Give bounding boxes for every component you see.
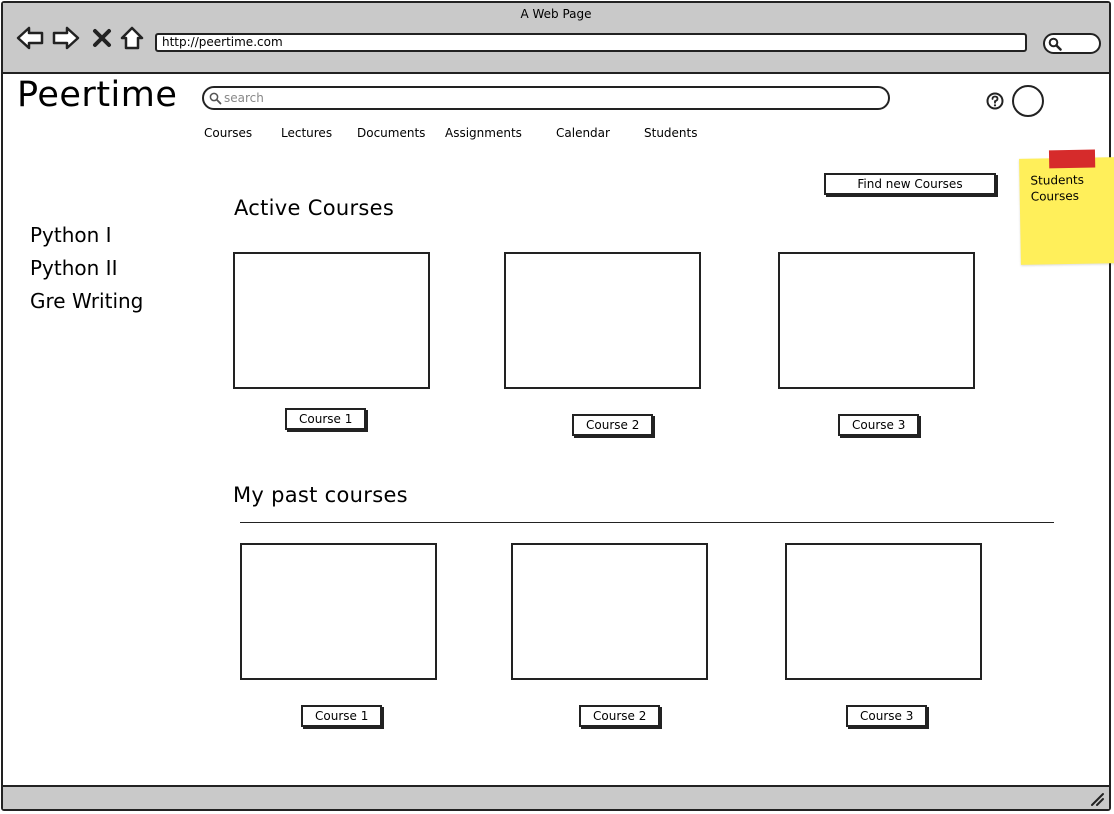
- browser-window: A Web Page http://peertime.com Peertime …: [1, 1, 1114, 811]
- sticky-note-text: Students Courses: [1030, 172, 1084, 205]
- browser-chrome: A Web Page http://peertime.com: [3, 3, 1109, 74]
- sticky-note: Students Courses: [1019, 149, 1114, 265]
- status-bar: [3, 785, 1109, 809]
- sticky-tape: [1048, 149, 1096, 169]
- sidebar-item-gre-writing[interactable]: Gre Writing: [30, 289, 143, 313]
- active-course-1-button[interactable]: Course 1: [285, 408, 367, 430]
- active-course-3-button[interactable]: Course 3: [838, 414, 920, 436]
- resize-grip-icon[interactable]: [1089, 791, 1105, 807]
- site-logo[interactable]: Peertime: [17, 75, 177, 115]
- active-course-2-thumbnail[interactable]: [504, 252, 701, 389]
- active-course-1-thumbnail[interactable]: [233, 252, 430, 389]
- window-title: A Web Page: [520, 7, 592, 21]
- sidebar-item-python-1[interactable]: Python I: [30, 223, 112, 247]
- nav-students[interactable]: Students: [644, 126, 698, 140]
- nav-calendar[interactable]: Calendar: [556, 126, 610, 140]
- stop-button[interactable]: [87, 23, 117, 53]
- sidebar-item-python-2[interactable]: Python II: [30, 256, 117, 280]
- past-course-3-button[interactable]: Course 3: [846, 705, 928, 727]
- sticky-line-students: Students: [1030, 172, 1085, 188]
- sticky-line-courses: Courses: [1030, 188, 1080, 204]
- help-icon[interactable]: [986, 92, 1004, 110]
- past-course-2-thumbnail[interactable]: [511, 543, 708, 680]
- user-avatar[interactable]: [1012, 85, 1044, 117]
- search-icon: [1048, 37, 1062, 51]
- back-button[interactable]: [15, 23, 45, 53]
- active-courses-heading: Active Courses: [234, 196, 395, 220]
- find-new-courses-button[interactable]: Find new Courses: [824, 173, 996, 195]
- past-courses-heading: My past courses: [233, 483, 408, 507]
- nav-documents[interactable]: Documents: [357, 126, 425, 140]
- url-bar[interactable]: http://peertime.com: [155, 33, 1027, 52]
- past-course-3-thumbnail[interactable]: [785, 543, 982, 680]
- site-search-input[interactable]: search: [202, 86, 890, 110]
- past-course-1-button[interactable]: Course 1: [301, 705, 383, 727]
- browser-search-field[interactable]: [1043, 33, 1101, 54]
- back-arrow-icon: [16, 26, 44, 50]
- forward-arrow-icon: [52, 26, 80, 50]
- section-divider: [240, 522, 1054, 523]
- close-icon: [93, 29, 111, 47]
- past-course-2-button[interactable]: Course 2: [579, 705, 661, 727]
- active-course-3-thumbnail[interactable]: [778, 252, 975, 389]
- nav-courses[interactable]: Courses: [204, 126, 252, 140]
- active-course-2-button[interactable]: Course 2: [572, 414, 654, 436]
- nav-assignments[interactable]: Assignments: [445, 126, 522, 140]
- nav-lectures[interactable]: Lectures: [281, 126, 332, 140]
- home-button[interactable]: [117, 23, 147, 53]
- past-course-1-thumbnail[interactable]: [240, 543, 437, 680]
- search-placeholder: search: [224, 91, 264, 105]
- home-icon: [120, 26, 144, 50]
- search-icon: [209, 92, 222, 105]
- forward-button[interactable]: [51, 23, 81, 53]
